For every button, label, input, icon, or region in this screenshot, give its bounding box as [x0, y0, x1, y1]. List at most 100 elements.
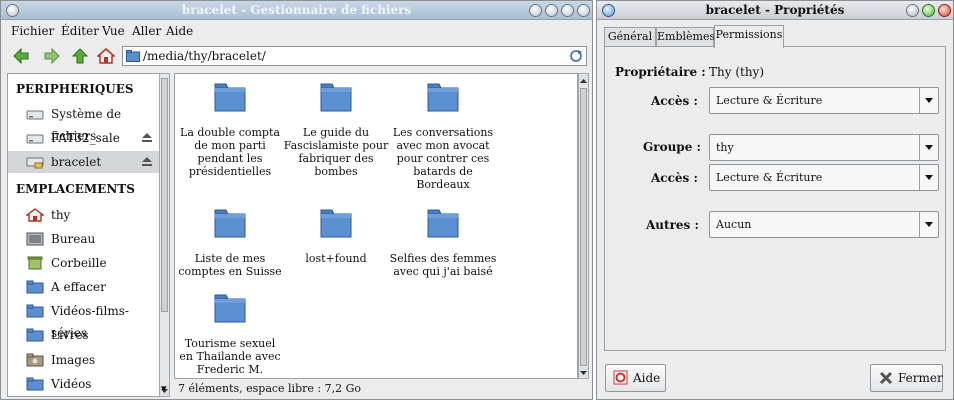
sidebar-item-bracelet[interactable]: bracelet	[8, 151, 159, 173]
group-access-value: Lecture & Écriture	[716, 171, 823, 184]
tab-emblemes[interactable]: Emblèmes	[656, 27, 715, 47]
properties-titlebar[interactable]: bracelet - Propriétés	[597, 1, 953, 20]
sidebar-item-label: A effacer	[51, 280, 106, 294]
places-heading: EMPLACEMENTS	[16, 182, 135, 196]
devices-heading: PERIPHERIQUES	[16, 82, 134, 96]
chevron-down-icon[interactable]	[919, 165, 938, 190]
home-icon[interactable]	[97, 47, 115, 65]
location-path: /media/thy/bracelet/	[143, 49, 266, 63]
shade-button[interactable]	[906, 4, 919, 17]
file-manager-title: bracelet - Gestionnaire de fichiers	[181, 3, 412, 17]
back-arrow-icon[interactable]	[12, 47, 30, 65]
close-button[interactable]	[577, 4, 590, 17]
location-bar[interactable]: /media/thy/bracelet/	[122, 46, 587, 66]
file-manager-titlebar[interactable]: bracelet - Gestionnaire de fichiers	[1, 1, 592, 20]
sidebar-item-thy[interactable]: thy	[8, 204, 159, 226]
help-button[interactable]: Aide	[605, 364, 666, 392]
folder-icon	[214, 83, 246, 112]
sidebar-item-bureau[interactable]: Bureau	[8, 228, 159, 250]
file-view-scrollbar[interactable]	[578, 73, 589, 379]
drive-icon	[26, 110, 44, 120]
status-text: 7 éléments, espace libre : 7,2 Go	[178, 382, 361, 395]
sidebar-item-systeme-de-fichiers[interactable]: Système de fichiers	[8, 103, 159, 143]
chevron-down-icon[interactable]	[919, 88, 938, 113]
sidebar-item-videos[interactable]: Vidéos	[8, 373, 159, 395]
folder-icon	[427, 209, 459, 238]
folder-icon	[320, 209, 352, 238]
owner-access-combo[interactable]: Lecture & Écriture	[709, 87, 939, 114]
file-item[interactable]: Liste de mes comptes en Suisse	[175, 208, 285, 278]
tab-general[interactable]: Général	[604, 27, 656, 47]
sidebar-item-images[interactable]: Images	[8, 349, 159, 371]
sidebar-scrollbar[interactable]	[159, 73, 170, 397]
pictures-folder-icon	[26, 353, 44, 367]
sidebar-scroll-thumb[interactable]	[161, 78, 168, 312]
sidebar-item-label: Livres	[51, 328, 89, 342]
group-label: Groupe :	[643, 140, 701, 154]
sidebar-item-livres[interactable]: Livres	[8, 324, 159, 346]
owner-access-value: Lecture & Écriture	[716, 94, 823, 107]
drive-icon	[26, 134, 44, 144]
file-view-scroll-up[interactable]	[579, 75, 588, 85]
group-access-combo[interactable]: Lecture & Écriture	[709, 164, 939, 191]
menu-aide[interactable]: Aide	[166, 24, 193, 38]
chevron-down-icon[interactable]	[919, 212, 938, 237]
menu-vue[interactable]: Vue	[102, 24, 125, 38]
up-arrow-icon[interactable]	[71, 47, 89, 65]
folder-icon	[427, 83, 459, 112]
minimize-button[interactable]	[545, 4, 558, 17]
folder-icon	[320, 83, 352, 112]
menu-editer[interactable]: Éditer	[61, 24, 99, 38]
file-item[interactable]: lost+found	[281, 208, 391, 265]
group-value: thy	[716, 141, 734, 154]
file-label: lost+found	[305, 252, 367, 265]
others-value: Aucun	[716, 218, 752, 231]
help-lifebuoy-icon	[613, 370, 628, 385]
menu-aller[interactable]: Aller	[132, 24, 161, 38]
file-view-scroll-thumb[interactable]	[580, 88, 587, 366]
file-view-scroll-down[interactable]	[579, 367, 588, 377]
eject-icon[interactable]	[141, 131, 153, 143]
shade-button[interactable]	[529, 4, 542, 17]
file-item[interactable]: Le guide du Fascislamiste pour fabriquer…	[281, 82, 391, 178]
maximize-button[interactable]	[561, 4, 574, 17]
owner-label: Propriétaire :	[615, 65, 706, 79]
file-manager-window: bracelet - Gestionnaire de fichiers Fich…	[0, 0, 593, 400]
sidebar-item-corbeille[interactable]: Corbeille	[8, 252, 159, 274]
sidebar: PERIPHERIQUES Système de fichiers FAT32_…	[7, 73, 159, 397]
file-item[interactable]: Selfies des femmes avec qui j'ai baisé	[388, 208, 498, 278]
folder-icon	[26, 304, 44, 318]
close-button[interactable]	[938, 4, 951, 17]
tab-permissions[interactable]: Permissions	[714, 25, 784, 48]
sidebar-item-label: FAT32_sale	[51, 131, 120, 145]
folder-icon	[214, 294, 246, 323]
maximize-button[interactable]	[922, 4, 935, 17]
owner-access-label: Accès :	[651, 94, 698, 108]
owner-value: Thy (thy)	[709, 65, 765, 79]
chevron-down-icon[interactable]	[919, 135, 938, 160]
close-x-icon	[879, 371, 893, 385]
sidebar-item-a-effacer[interactable]: A effacer	[8, 276, 159, 298]
file-item[interactable]: Les conversations avec mon avocat pour c…	[388, 82, 498, 191]
close-dialog-button[interactable]: Fermer	[870, 364, 943, 392]
sidebar-item-videos-films-series[interactable]: Vidéos-films-séries	[8, 300, 159, 340]
status-chevron-icon[interactable]: ▾	[161, 381, 167, 397]
others-combo[interactable]: Aucun	[709, 211, 939, 238]
sidebar-item-fat32-sale[interactable]: FAT32_sale	[8, 127, 159, 149]
forward-arrow-icon[interactable]	[43, 47, 61, 65]
home-icon	[26, 208, 44, 222]
window-menu-icon[interactable]	[602, 4, 615, 17]
window-menu-icon[interactable]	[6, 4, 19, 17]
menu-fichier[interactable]: Fichier	[11, 24, 54, 38]
eject-icon[interactable]	[141, 155, 153, 167]
file-item[interactable]: La double compta de mon parti pendant le…	[175, 82, 285, 178]
group-access-label: Accès :	[651, 171, 698, 185]
sidebar-item-label: Corbeille	[51, 256, 107, 270]
file-item[interactable]: Tourisme sexuel en Thailande avec Freder…	[175, 293, 285, 376]
refresh-icon[interactable]	[569, 49, 583, 63]
file-label: La double compta de mon parti pendant le…	[180, 126, 280, 178]
sidebar-item-label: thy	[51, 208, 71, 222]
group-combo[interactable]: thy	[709, 134, 939, 161]
status-bar: ▾ 7 éléments, espace libre : 7,2 Go	[161, 380, 591, 398]
trash-icon	[27, 256, 43, 270]
